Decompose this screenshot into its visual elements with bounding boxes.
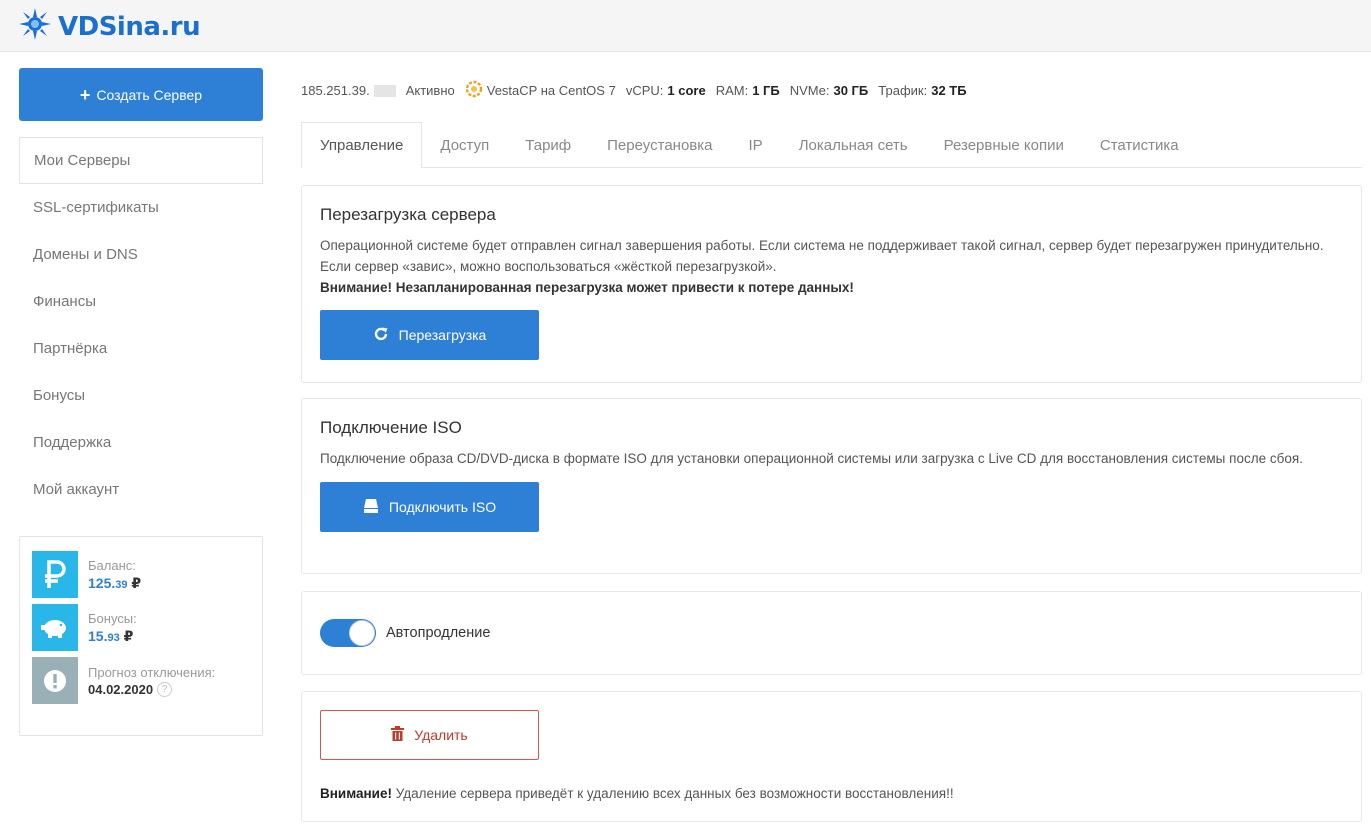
iso-title: Подключение ISO <box>320 418 462 437</box>
server-tabs: Управление Доступ Тариф Переустановка IP… <box>301 122 1362 169</box>
balance-row: Баланс: 125.39 ₽ <box>32 551 250 599</box>
create-server-button[interactable]: + Создать Сервер <box>19 68 263 121</box>
forecast-label: Прогноз отключения: <box>88 664 216 680</box>
question-icon[interactable]: ? <box>157 682 173 697</box>
traffic-label: Трафик: <box>878 83 928 98</box>
ram-value: 1 ГБ <box>752 83 780 98</box>
piggy-bank-icon <box>32 604 78 651</box>
disk-icon <box>363 498 379 516</box>
delete-warning: Внимание! Удаление сервера приведёт к уд… <box>320 786 954 801</box>
server-ip: 185.251.39. <box>301 83 370 98</box>
tab-reinstall[interactable]: Переустановка <box>589 122 730 168</box>
create-server-label: Создать Сервер <box>96 86 203 103</box>
iso-panel: Подключение ISO Подключение образа CD/DV… <box>301 398 1362 574</box>
tab-ip[interactable]: IP <box>731 122 781 168</box>
balance-value: 125.39 ₽ <box>88 574 142 591</box>
autorenew-toggle[interactable] <box>320 619 376 647</box>
ram-label: RAM: <box>715 83 749 98</box>
sidebar-item-domains[interactable]: Домены и DNS <box>19 231 263 278</box>
reboot-warning: Внимание! Незапланированная перезагрузка… <box>320 280 854 295</box>
reboot-panel: Перезагрузка сервера Операционной систем… <box>301 185 1362 383</box>
bonus-row: Бонусы: 15.93 ₽ <box>32 604 250 652</box>
vestacp-icon <box>465 80 483 101</box>
disk-value: 30 ГБ <box>833 83 869 98</box>
logo-text: VDSina.ru <box>58 11 201 42</box>
ip-mask <box>373 84 396 97</box>
ruble-icon <box>32 551 78 598</box>
vcpu-value: 1 core <box>667 83 706 98</box>
sunflower-logo-icon <box>18 7 52 46</box>
reboot-button-label: Перезагрузка <box>398 327 487 343</box>
balance-label: Баланс: <box>88 557 136 573</box>
tab-access[interactable]: Доступ <box>422 122 507 168</box>
plus-icon: + <box>79 84 91 105</box>
sidebar-item-bonuses[interactable]: Бонусы <box>19 372 263 419</box>
trash-icon <box>391 726 405 744</box>
vcpu-label: vCPU: <box>625 83 664 98</box>
autorenew-label: Автопродление <box>386 625 491 641</box>
balance-widget: Баланс: 125.39 ₽ Бонусы: 15.93 ₽ Прогноз… <box>19 536 263 736</box>
delete-panel: Удалить Внимание! Удаление сервера приве… <box>301 691 1362 822</box>
tab-statistics[interactable]: Статистика <box>1082 122 1197 168</box>
sidebar-item-my-servers[interactable]: Мои Серверы <box>19 137 263 184</box>
sidebar-item-support[interactable]: Поддержка <box>19 419 263 466</box>
sidebar-item-finance[interactable]: Финансы <box>19 278 263 325</box>
bonus-label: Бонусы: <box>88 610 137 626</box>
connect-iso-button[interactable]: Подключить ISO <box>320 482 539 532</box>
reboot-description: Операционной системе будет отправлен сиг… <box>320 238 1324 274</box>
reboot-button[interactable]: Перезагрузка <box>320 310 539 360</box>
sidebar-item-partner[interactable]: Партнёрка <box>19 325 263 372</box>
top-header: VDSina.ru <box>0 0 1371 52</box>
sidebar-item-ssl[interactable]: SSL-сертификаты <box>19 184 263 231</box>
refresh-icon <box>373 326 389 345</box>
bonus-value: 15.93 ₽ <box>88 627 134 644</box>
server-status: Активно <box>405 83 455 98</box>
tab-local-network[interactable]: Локальная сеть <box>781 122 926 168</box>
disk-label: NVMe: <box>789 83 830 98</box>
reboot-title: Перезагрузка сервера <box>320 205 496 224</box>
autorenew-panel: Автопродление <box>301 591 1362 675</box>
delete-button-label: Удалить <box>414 727 468 743</box>
connect-iso-label: Подключить ISO <box>388 499 497 515</box>
server-info-bar: 185.251.39. Активно VestaCP на CentOS 7 … <box>301 80 967 101</box>
exclamation-icon <box>32 657 78 704</box>
forecast-date: 04.02.2020 <box>88 681 154 697</box>
toggle-knob <box>349 620 375 646</box>
forecast-row: Прогноз отключения: 04.02.2020? <box>32 657 250 705</box>
tab-tariff[interactable]: Тариф <box>507 122 589 168</box>
delete-button[interactable]: Удалить <box>320 710 539 760</box>
sidebar-item-account[interactable]: Мой аккаунт <box>19 466 263 513</box>
tab-backups[interactable]: Резервные копии <box>926 122 1082 168</box>
logo[interactable]: VDSina.ru <box>18 7 201 46</box>
server-os: VestaCP на CentOS 7 <box>486 83 616 98</box>
iso-description: Подключение образа CD/DVD-диска в формат… <box>320 451 1303 466</box>
traffic-value: 32 ТБ <box>931 83 967 98</box>
tab-management[interactable]: Управление <box>301 122 423 169</box>
sidebar-nav: Мои Серверы SSL-сертификаты Домены и DNS… <box>19 137 263 513</box>
